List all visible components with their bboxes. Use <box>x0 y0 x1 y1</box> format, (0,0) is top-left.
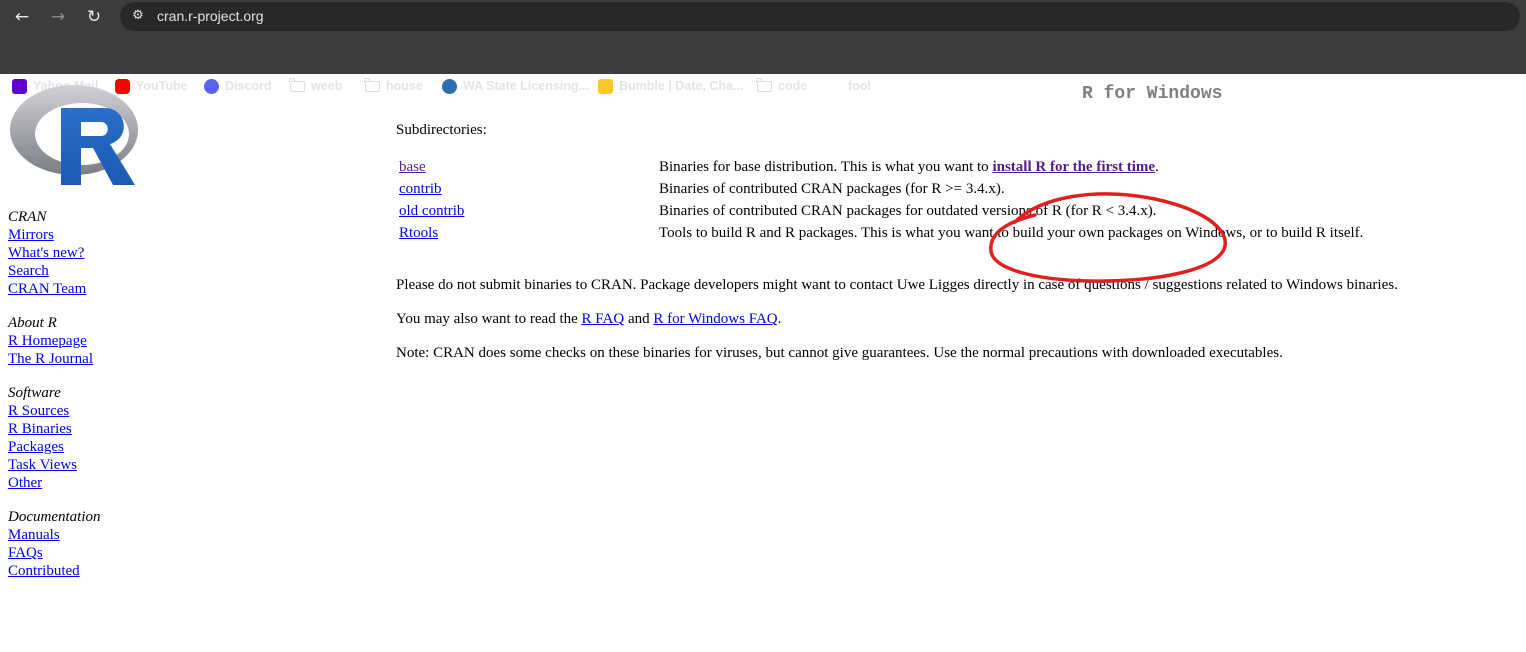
address-bar[interactable]: ⚙ cran.r-project.org <box>120 2 1520 31</box>
table-row: base Binaries for base distribution. Thi… <box>396 158 1366 180</box>
address-url: cran.r-project.org <box>157 8 264 24</box>
subdir-link-rtools[interactable]: Rtools <box>399 225 438 241</box>
virus-note: Note: CRAN does some checks on these bin… <box>396 345 1283 361</box>
subdir-desc: Binaries of contributed CRAN packages fo… <box>659 203 1157 219</box>
sidebar-link-task-views[interactable]: Task Views <box>8 456 100 474</box>
subdir-link-contrib[interactable]: contrib <box>399 181 442 197</box>
sidebar-link-whats-new[interactable]: What's new? <box>8 244 100 262</box>
sidebar-header: CRAN <box>8 209 47 225</box>
sidebar-link-other[interactable]: Other <box>8 474 100 492</box>
subdir-desc: Binaries of contributed CRAN packages (f… <box>659 181 1005 197</box>
faq-text-post: . <box>777 311 782 327</box>
browser-toolbar: ← → ↻ ⚙ cran.r-project.org <box>0 0 1526 33</box>
bookmarks-bar: Yahoo Mail YouTube Discord weeb house WA… <box>0 33 1526 94</box>
sidebar-link-r-journal[interactable]: The R Journal <box>8 350 100 368</box>
faq-text-mid: and <box>624 311 654 327</box>
subdirectories-label: Subdirectories: <box>396 122 487 138</box>
sidebar-link-manuals[interactable]: Manuals <box>8 526 100 544</box>
sidebar-link-packages[interactable]: Packages <box>8 438 100 456</box>
forward-arrow-icon[interactable]: → <box>46 5 70 29</box>
subdirectories-section: Subdirectories: base Binaries for base d… <box>396 122 1366 246</box>
sidebar-header: Documentation <box>8 509 101 525</box>
site-info-icon[interactable]: ⚙ <box>130 8 146 24</box>
sidebar-link-contributed[interactable]: Contributed <box>8 562 100 580</box>
binaries-note: Please do not submit binaries to CRAN. P… <box>396 277 1398 293</box>
table-row: old contrib Binaries of contributed CRAN… <box>396 202 1366 224</box>
subdirectories-table: base Binaries for base distribution. Thi… <box>396 158 1366 246</box>
sidebar-link-r-sources[interactable]: R Sources <box>8 402 100 420</box>
sidebar-link-r-homepage[interactable]: R Homepage <box>8 332 100 350</box>
sidebar-link-faqs[interactable]: FAQs <box>8 544 100 562</box>
sidebar-header: Software <box>8 385 61 401</box>
subdir-link-base[interactable]: base <box>399 159 426 175</box>
sidebar-group-about: About R R Homepage The R Journal <box>8 314 100 368</box>
r-logo[interactable] <box>7 82 141 186</box>
sidebar-group-software: Software R Sources R Binaries Packages T… <box>8 384 100 492</box>
reload-icon[interactable]: ↻ <box>82 5 106 29</box>
sidebar-group-documentation: Documentation Manuals FAQs Contributed <box>8 508 100 580</box>
sidebar-link-mirrors[interactable]: Mirrors <box>8 226 100 244</box>
page-content: CRAN Mirrors What's new? Search CRAN Tea… <box>0 74 1526 652</box>
sidebar-link-cran-team[interactable]: CRAN Team <box>8 280 100 298</box>
r-faq-link[interactable]: R FAQ <box>582 311 625 327</box>
subdir-desc: Tools to build R and R packages. This is… <box>659 225 1364 241</box>
r-windows-faq-link[interactable]: R for Windows FAQ <box>653 311 777 327</box>
subdir-link-old-contrib[interactable]: old contrib <box>399 203 464 219</box>
table-row: contrib Binaries of contributed CRAN pac… <box>396 180 1366 202</box>
back-arrow-icon[interactable]: ← <box>10 5 34 29</box>
page-title: R for Windows <box>1082 84 1223 104</box>
subdir-desc: Binaries for base distribution. This is … <box>659 159 993 175</box>
table-row: Rtools Tools to build R and R packages. … <box>396 224 1366 246</box>
faq-paragraph: You may also want to read the R FAQ and … <box>396 311 781 328</box>
faq-text-pre: You may also want to read the <box>396 311 582 327</box>
sidebar: CRAN Mirrors What's new? Search CRAN Tea… <box>8 208 100 596</box>
install-r-first-time-link[interactable]: install R for the first time <box>992 159 1155 175</box>
subdir-desc-end: . <box>1155 159 1159 175</box>
sidebar-header: About R <box>8 315 57 331</box>
sidebar-link-r-binaries[interactable]: R Binaries <box>8 420 100 438</box>
sidebar-group-cran: CRAN Mirrors What's new? Search CRAN Tea… <box>8 208 100 298</box>
sidebar-link-search[interactable]: Search <box>8 262 100 280</box>
